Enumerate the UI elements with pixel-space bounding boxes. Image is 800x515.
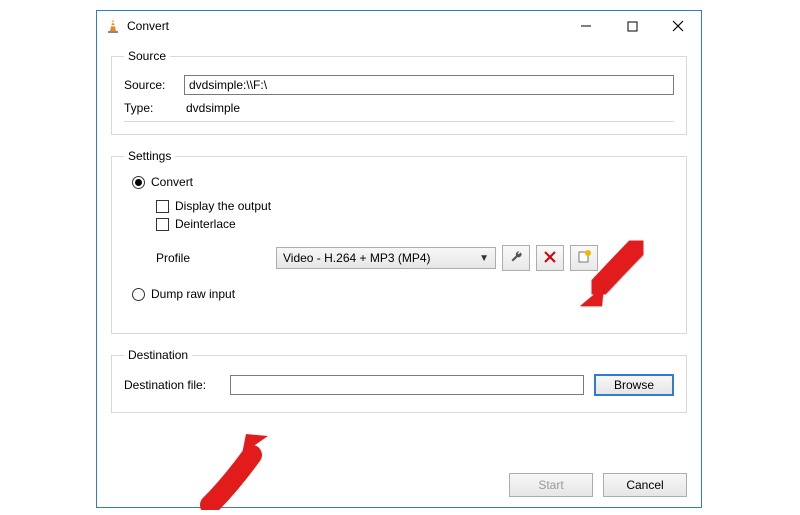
deinterlace-checkbox[interactable]: Deinterlace bbox=[156, 217, 668, 231]
source-label: Source: bbox=[124, 78, 184, 92]
display-output-checkbox[interactable]: Display the output bbox=[156, 199, 668, 213]
cancel-label: Cancel bbox=[626, 478, 663, 492]
display-output-label: Display the output bbox=[175, 199, 271, 213]
delete-profile-button[interactable] bbox=[536, 245, 564, 271]
start-button[interactable]: Start bbox=[509, 473, 593, 497]
type-value: dvdsimple bbox=[184, 101, 240, 115]
profile-value: Video - H.264 + MP3 (MP4) bbox=[283, 251, 431, 265]
source-legend: Source bbox=[124, 49, 170, 63]
dump-raw-radio[interactable]: Dump raw input bbox=[132, 287, 668, 301]
new-file-icon bbox=[578, 250, 591, 266]
wrench-icon bbox=[509, 250, 523, 267]
source-group: Source Source: Type: dvdsimple bbox=[111, 49, 687, 135]
minimize-button[interactable] bbox=[563, 11, 609, 41]
new-profile-button[interactable] bbox=[570, 245, 598, 271]
window-title: Convert bbox=[127, 19, 563, 33]
checkbox-icon bbox=[156, 200, 169, 213]
profile-label: Profile bbox=[156, 251, 276, 265]
cancel-button[interactable]: Cancel bbox=[603, 473, 687, 497]
browse-label: Browse bbox=[614, 378, 654, 392]
titlebar: Convert bbox=[97, 11, 701, 41]
destination-legend: Destination bbox=[124, 348, 192, 362]
maximize-button[interactable] bbox=[609, 11, 655, 41]
x-icon bbox=[544, 251, 556, 266]
profile-combo[interactable]: Video - H.264 + MP3 (MP4) ▼ bbox=[276, 247, 496, 269]
close-button[interactable] bbox=[655, 11, 701, 41]
chevron-down-icon: ▼ bbox=[479, 253, 489, 264]
type-label: Type: bbox=[124, 101, 184, 115]
convert-radio[interactable]: Convert bbox=[132, 175, 668, 189]
settings-group: Settings Convert Display the output Dein… bbox=[111, 149, 687, 334]
start-label: Start bbox=[538, 478, 563, 492]
convert-dialog: Convert Source Source: Type: dvdsimple bbox=[96, 10, 702, 508]
settings-legend: Settings bbox=[124, 149, 175, 163]
radio-icon bbox=[132, 176, 145, 189]
edit-profile-button[interactable] bbox=[502, 245, 530, 271]
dump-raw-label: Dump raw input bbox=[151, 287, 235, 301]
convert-radio-label: Convert bbox=[151, 175, 193, 189]
source-input[interactable] bbox=[184, 75, 674, 95]
destination-file-input[interactable] bbox=[230, 375, 584, 395]
deinterlace-label: Deinterlace bbox=[175, 217, 236, 231]
destination-file-label: Destination file: bbox=[124, 378, 230, 392]
destination-group: Destination Destination file: Browse bbox=[111, 348, 687, 413]
vlc-cone-icon bbox=[105, 18, 121, 34]
window-controls bbox=[563, 11, 701, 41]
browse-button[interactable]: Browse bbox=[594, 374, 674, 396]
checkbox-icon bbox=[156, 218, 169, 231]
radio-icon bbox=[132, 288, 145, 301]
